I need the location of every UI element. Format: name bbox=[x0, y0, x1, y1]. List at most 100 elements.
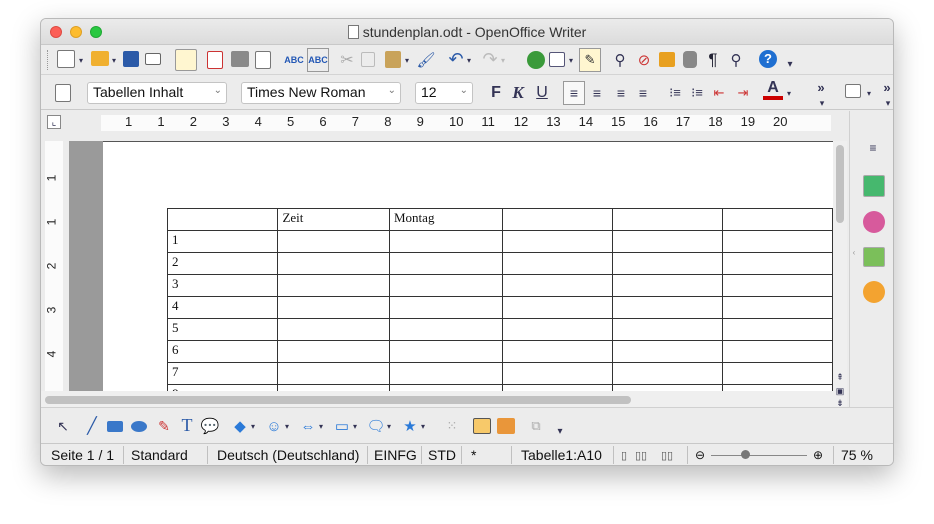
from-file-icon[interactable] bbox=[497, 418, 515, 434]
clone-formatting-icon[interactable]: 🖌 bbox=[416, 49, 435, 71]
align-center-button[interactable]: ≡ bbox=[587, 82, 607, 104]
print-icon[interactable] bbox=[231, 51, 249, 67]
table-cell[interactable] bbox=[389, 274, 503, 297]
ellipse-icon[interactable] bbox=[131, 421, 147, 432]
horizontal-ruler[interactable]: 1 1 2 3 4 5 6 7 8 9 10 11 12 13 14 15 16 17 18 19 20 bbox=[101, 114, 831, 131]
bold-button[interactable]: F bbox=[487, 82, 505, 104]
table-cell[interactable] bbox=[389, 362, 503, 385]
book-view-icon[interactable]: ▯▯ bbox=[661, 449, 673, 462]
page-count[interactable]: Seite 1 / 1 bbox=[51, 447, 114, 463]
table-cell[interactable] bbox=[166, 208, 279, 231]
table-cell[interactable] bbox=[277, 362, 390, 385]
extrusion-icon[interactable]: ⧉ bbox=[527, 415, 545, 437]
block-arrows-icon[interactable]: ⇔ bbox=[299, 415, 317, 437]
email-icon[interactable] bbox=[145, 53, 161, 65]
table-cell[interactable] bbox=[721, 296, 834, 319]
flowcharts-icon[interactable]: ▭ bbox=[333, 415, 351, 437]
table-cell[interactable] bbox=[389, 318, 503, 341]
basic-shapes-chevron-icon[interactable]: ▾ bbox=[249, 415, 257, 437]
zoom-in-icon[interactable]: ⊕ bbox=[813, 448, 823, 462]
table-cell[interactable] bbox=[389, 296, 503, 319]
help-icon[interactable]: ? bbox=[759, 50, 777, 68]
table-cell[interactable] bbox=[721, 362, 834, 385]
table-cell[interactable]: Zeit bbox=[277, 208, 390, 231]
toolbar-overflow-icon[interactable]: ▾ bbox=[785, 53, 795, 75]
callouts-chevron-icon[interactable]: ▾ bbox=[385, 415, 393, 437]
font-color-dropdown-chevron-icon[interactable]: ▾ bbox=[785, 82, 793, 104]
zoom-slider-thumb[interactable] bbox=[741, 450, 750, 459]
decrease-indent-button[interactable]: ⇤ bbox=[709, 82, 729, 104]
table-cell[interactable] bbox=[277, 318, 390, 341]
table-cell[interactable] bbox=[721, 274, 834, 297]
paste-dropdown-chevron-icon[interactable]: ▾ bbox=[403, 49, 411, 71]
zoom-percentage[interactable]: 75 % bbox=[841, 447, 873, 463]
navigator-icon[interactable]: ⊘ bbox=[635, 49, 653, 71]
justify-button[interactable]: ≡ bbox=[633, 82, 653, 104]
stars-icon[interactable]: ★ bbox=[401, 415, 419, 437]
text-language[interactable]: Deutsch (Deutschland) bbox=[217, 447, 359, 463]
gallery-sidebar-icon[interactable] bbox=[863, 247, 885, 267]
find-replace-icon[interactable]: ⚲ bbox=[611, 49, 629, 71]
table-cell[interactable] bbox=[721, 318, 834, 341]
table-cell[interactable] bbox=[611, 296, 723, 319]
table-cell[interactable] bbox=[277, 274, 390, 297]
table-cell[interactable]: 3 bbox=[166, 274, 279, 297]
table-cell[interactable] bbox=[611, 362, 723, 385]
paste-icon[interactable] bbox=[385, 51, 401, 68]
align-right-button[interactable]: ≡ bbox=[611, 82, 631, 104]
horizontal-scrollbar[interactable] bbox=[41, 391, 833, 407]
table-cell[interactable] bbox=[501, 252, 613, 275]
text-icon[interactable]: T bbox=[179, 414, 195, 436]
stars-chevron-icon[interactable]: ▾ bbox=[419, 415, 427, 437]
properties-icon[interactable] bbox=[863, 175, 885, 197]
table-borders-icon[interactable] bbox=[845, 84, 861, 98]
table-cell[interactable]: 1 bbox=[166, 230, 279, 253]
table-cell[interactable] bbox=[501, 340, 613, 363]
new-dropdown-chevron-icon[interactable]: ▾ bbox=[77, 49, 85, 71]
redo-dropdown-chevron-icon[interactable]: ▾ bbox=[499, 49, 507, 71]
table-cell[interactable] bbox=[389, 340, 503, 363]
table-cell[interactable] bbox=[721, 252, 834, 275]
table-cell[interactable] bbox=[389, 252, 503, 275]
table-cell[interactable] bbox=[611, 208, 723, 231]
page-style[interactable]: Standard bbox=[131, 447, 188, 463]
table-cell[interactable] bbox=[501, 318, 613, 341]
borders-dropdown-chevron-icon[interactable]: ▾ bbox=[865, 82, 873, 104]
auto-spellcheck-icon[interactable]: ABC bbox=[307, 48, 329, 72]
print-preview-icon[interactable] bbox=[255, 51, 271, 69]
block-arrows-chevron-icon[interactable]: ▾ bbox=[317, 415, 325, 437]
line-icon[interactable]: ╱ bbox=[83, 415, 101, 437]
font-name-dropdown[interactable]: Times New Roman ⌄ bbox=[241, 82, 401, 104]
new-document-icon[interactable] bbox=[57, 50, 75, 68]
open-folder-icon[interactable] bbox=[91, 51, 109, 66]
navigation-icon[interactable]: ▣ bbox=[833, 385, 847, 397]
font-size-dropdown[interactable]: 12 ⌄ bbox=[415, 82, 473, 104]
formatting-marks-icon[interactable]: ¶ bbox=[705, 49, 721, 71]
undo-icon[interactable]: ↶ bbox=[447, 48, 465, 70]
table-cell[interactable]: 5 bbox=[166, 318, 279, 341]
show-draw-functions-icon[interactable]: ✎ bbox=[579, 48, 601, 72]
tab-type-selector[interactable]: ⌞ bbox=[47, 115, 61, 129]
table-cell[interactable] bbox=[389, 230, 503, 253]
align-left-button[interactable]: ≡ bbox=[563, 81, 585, 105]
table-cell[interactable]: 4 bbox=[166, 296, 279, 319]
zoom-icon[interactable]: ⚲ bbox=[727, 49, 745, 71]
hyperlink-icon[interactable] bbox=[527, 51, 545, 69]
navigator-sidebar-icon[interactable] bbox=[863, 281, 885, 303]
basic-shapes-icon[interactable]: ◆ bbox=[231, 415, 249, 437]
toolbar-overflow-icon[interactable]: ▾ bbox=[555, 420, 565, 442]
flowcharts-chevron-icon[interactable]: ▾ bbox=[351, 415, 359, 437]
gallery-icon[interactable] bbox=[659, 52, 675, 67]
vertical-scrollbar[interactable]: ⇞ ▣ ⇟ bbox=[833, 141, 847, 411]
sidebar-menu-icon[interactable]: ≡ bbox=[864, 137, 882, 159]
table-cell[interactable] bbox=[501, 230, 613, 253]
increase-indent-button[interactable]: ⇥ bbox=[733, 82, 753, 104]
insert-mode[interactable]: EINFG bbox=[374, 447, 417, 463]
document-canvas[interactable]: ZeitMontag12345678 bbox=[69, 141, 834, 411]
freeform-line-icon[interactable]: ✎ bbox=[155, 415, 173, 437]
table-cell[interactable]: 2 bbox=[166, 252, 279, 275]
copy-icon[interactable] bbox=[361, 52, 375, 67]
styles-formatting-icon[interactable] bbox=[55, 84, 71, 102]
table-cell[interactable] bbox=[277, 230, 390, 253]
points-icon[interactable]: ⁙ bbox=[443, 415, 461, 437]
